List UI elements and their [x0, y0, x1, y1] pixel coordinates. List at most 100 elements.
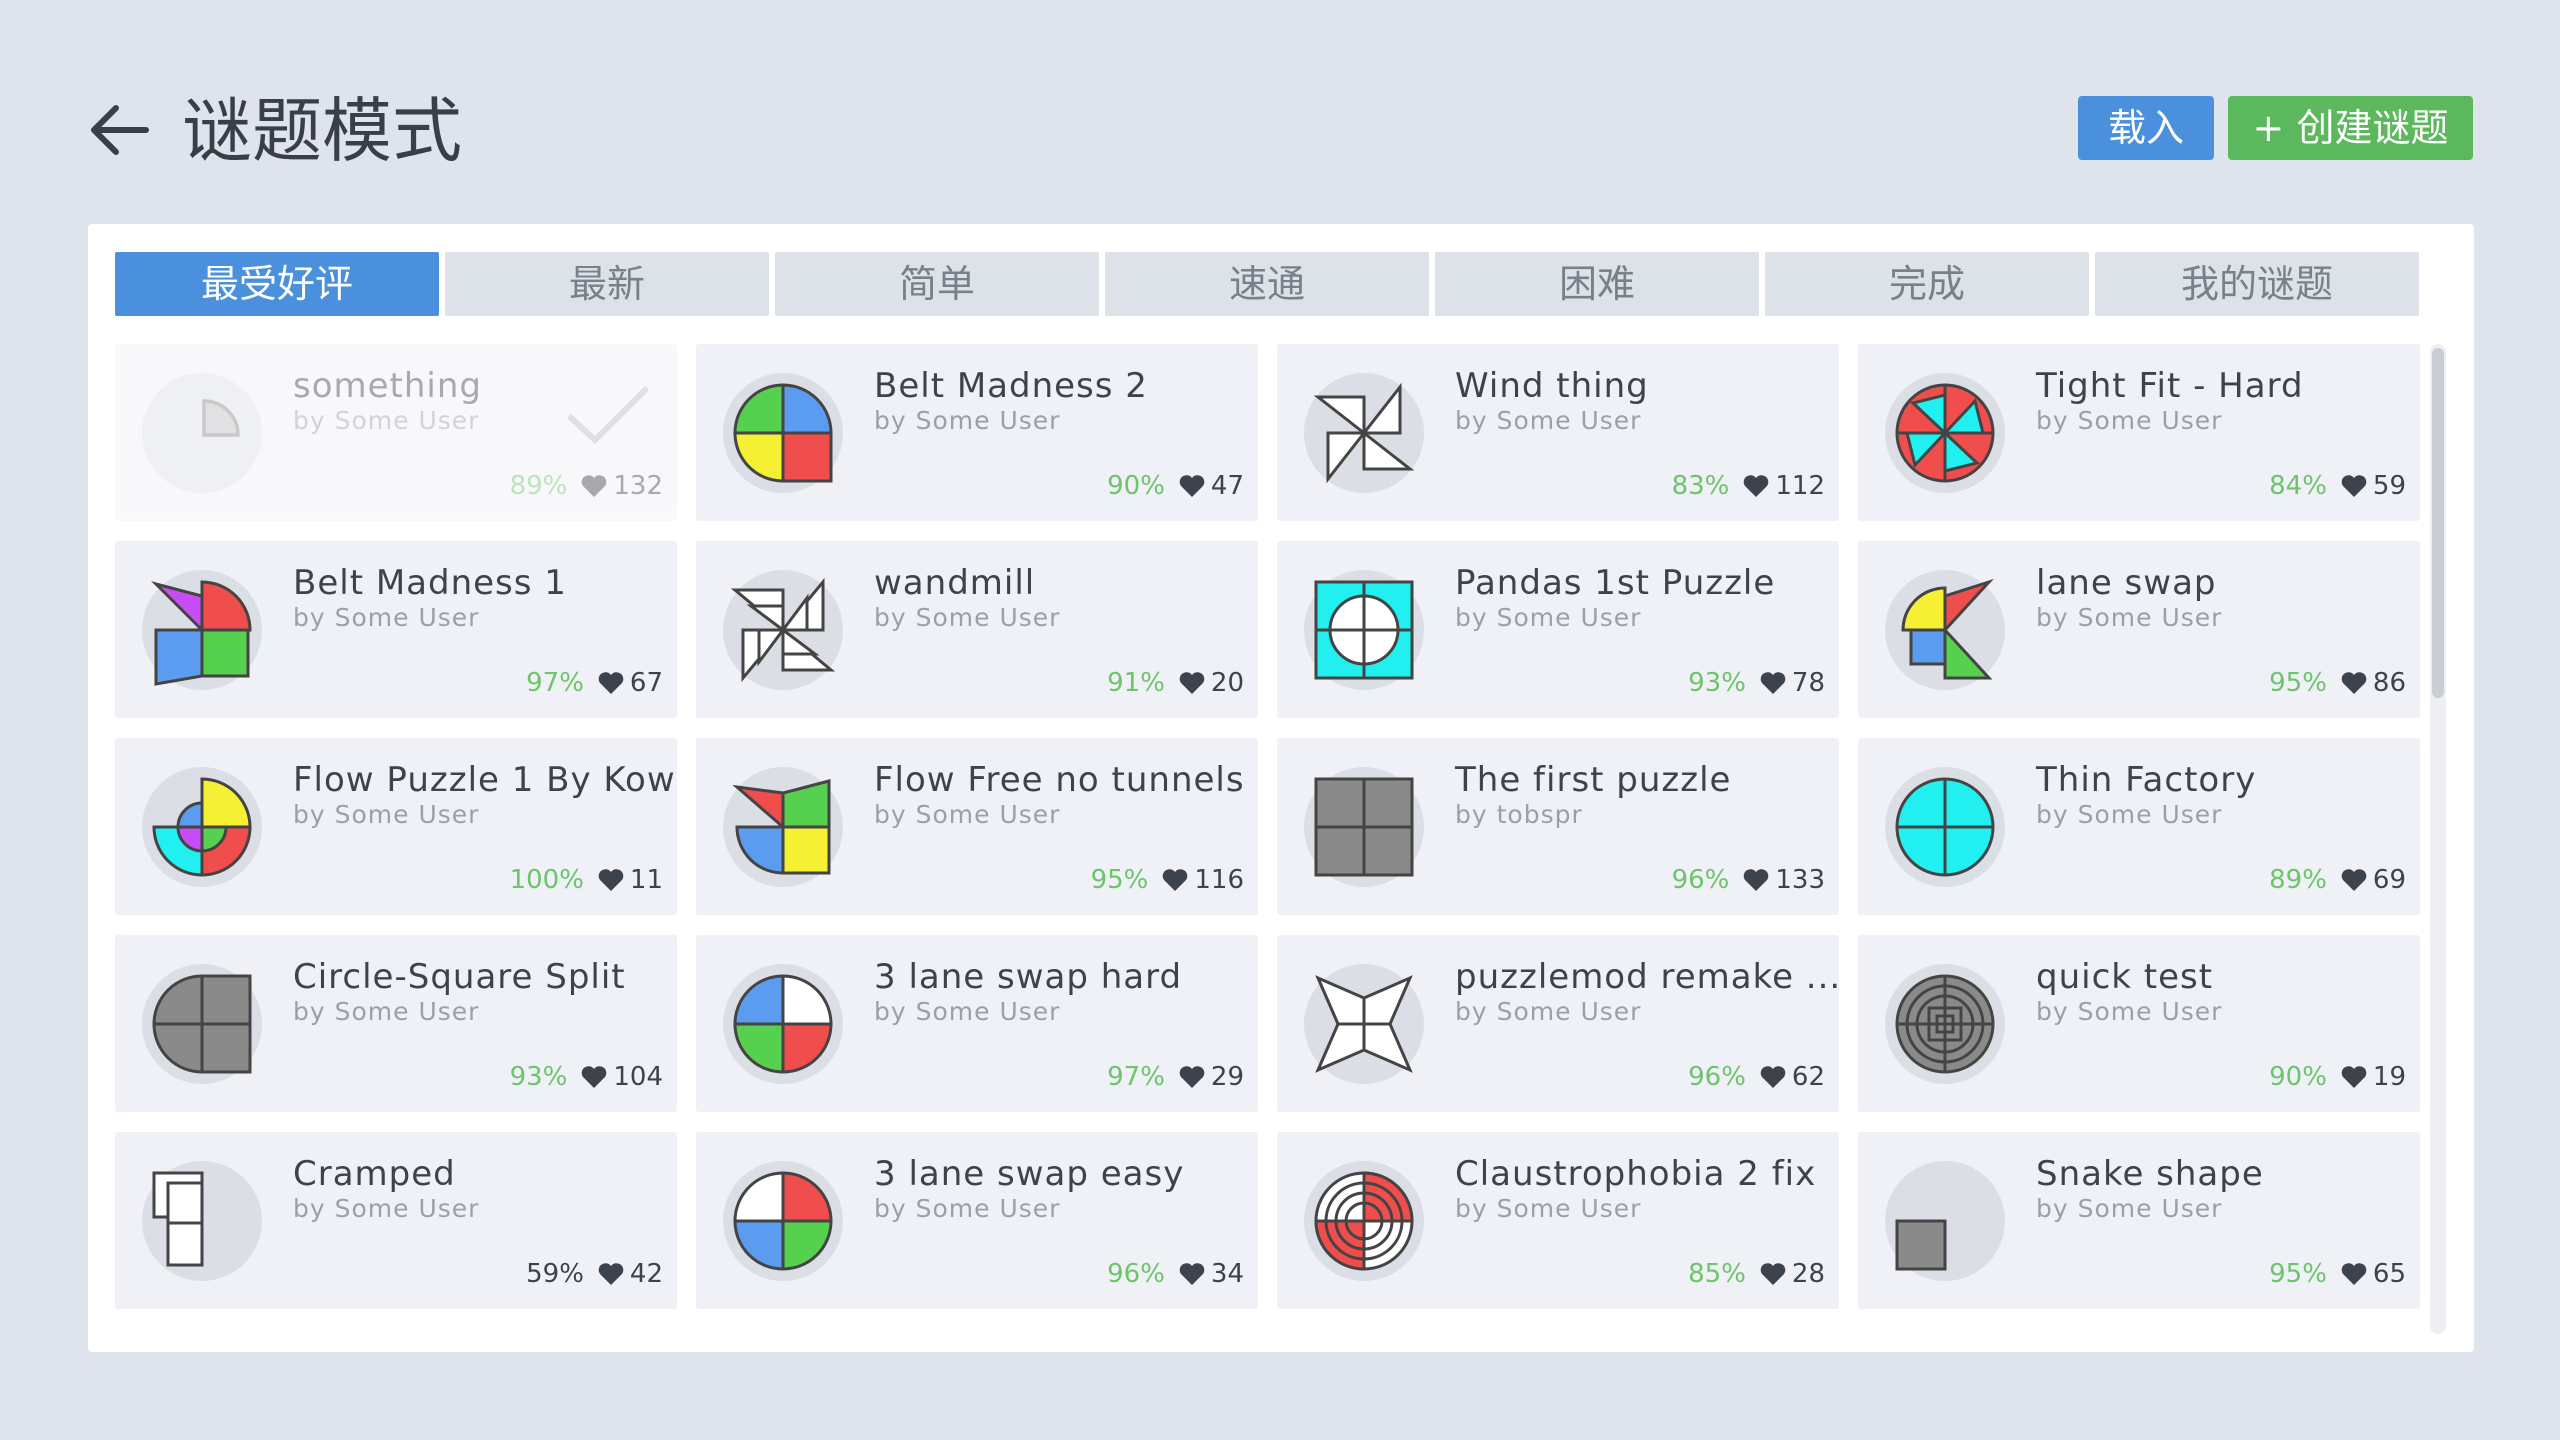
puzzle-card[interactable]: Cramped by Some User 59% 42 [115, 1132, 677, 1309]
puzzle-card[interactable]: Claustrophobia 2 fix by Some User 85% 28 [1277, 1132, 1839, 1309]
puzzle-title: Thin Factory [2036, 760, 2257, 800]
like-count: 47 [1210, 471, 1244, 501]
like-count: 104 [613, 1062, 663, 1092]
puzzle-stats: 91% 20 [1107, 666, 1244, 700]
puzzle-stats: 89% 69 [2269, 863, 2406, 897]
create-puzzle-button[interactable]: + 创建谜题 [2228, 96, 2473, 160]
puzzle-stats: 59% 42 [526, 1257, 663, 1291]
rating-percent: 91% [1107, 668, 1165, 698]
puzzle-author: by Some User [1455, 997, 1642, 1026]
puzzle-card[interactable]: lane swap by Some User 95% 86 [1858, 541, 2420, 718]
rating-percent: 100% [509, 865, 584, 895]
puzzle-thumbnail [1885, 767, 2005, 887]
like-count: 62 [1791, 1062, 1825, 1092]
puzzle-stats: 90% 47 [1107, 469, 1244, 503]
heart-icon [2341, 1263, 2367, 1285]
heart-icon [582, 475, 607, 497]
puzzle-author: by Some User [1455, 1194, 1642, 1223]
heart-icon [1179, 1263, 1205, 1285]
puzzle-card[interactable]: Flow Free no tunnels by Some User 95% 11… [696, 738, 1258, 915]
tab-completed[interactable]: 完成 [1765, 252, 2089, 316]
puzzle-stats: 93% 104 [510, 1060, 663, 1094]
puzzle-card[interactable]: Tight Fit - Hard by Some User 84% 59 [1858, 344, 2420, 521]
tab-newest[interactable]: 最新 [445, 252, 769, 316]
tab-easy[interactable]: 简单 [775, 252, 1099, 316]
puzzle-title: Flow Puzzle 1 By Kow [293, 760, 676, 800]
three-color-circle-shape-icon [733, 974, 833, 1074]
puzzle-stats: 100% 11 [510, 863, 663, 897]
concentric-rings-shape-icon [1895, 974, 1995, 1074]
puzzle-card[interactable]: quick test by Some User 90% 19 [1858, 935, 2420, 1112]
puzzle-card[interactable]: Thin Factory by Some User 89% 69 [1858, 738, 2420, 915]
cyan-circle-shape-icon [1895, 777, 1995, 877]
puzzle-stats: 95% 65 [2269, 1257, 2406, 1291]
heart-icon [2341, 475, 2367, 497]
puzzle-card[interactable]: something by Some User 89% 132 [115, 344, 677, 521]
puzzle-title: Pandas 1st Puzzle [1455, 563, 1776, 603]
tab-hard[interactable]: 困难 [1435, 252, 1759, 316]
puzzle-stats: 97% 67 [526, 666, 663, 700]
like-count: 86 [2372, 668, 2406, 698]
puzzle-thumbnail [723, 1161, 843, 1281]
puzzle-author: by Some User [1455, 406, 1642, 435]
tab-my-puzzles[interactable]: 我的谜题 [2095, 252, 2419, 316]
puzzle-thumbnail [723, 373, 843, 493]
heart-icon [1179, 1066, 1205, 1088]
puzzle-card[interactable]: 3 lane swap easy by Some User 96% 34 [696, 1132, 1258, 1309]
puzzle-thumbnail [142, 964, 262, 1084]
back-button[interactable] [82, 94, 154, 166]
puzzle-thumbnail [1304, 767, 1424, 887]
puzzle-author: by tobspr [1455, 800, 1583, 829]
puzzle-card[interactable]: Flow Puzzle 1 By Kow by Some User 100% 1… [115, 738, 677, 915]
rating-percent: 95% [2269, 668, 2327, 698]
rating-percent: 89% [2269, 865, 2327, 895]
puzzle-stats: 95% 116 [1091, 863, 1244, 897]
puzzle-card[interactable]: Pandas 1st Puzzle by Some User 93% 78 [1277, 541, 1839, 718]
load-button[interactable]: 载入 [2078, 96, 2214, 160]
puzzle-author: by Some User [1455, 603, 1642, 632]
tab-speedrun[interactable]: 速通 [1105, 252, 1429, 316]
puzzle-title: Circle-Square Split [293, 957, 626, 997]
puzzle-author: by Some User [2036, 603, 2223, 632]
puzzle-card[interactable]: wandmill by Some User 91% 20 [696, 541, 1258, 718]
like-count: 69 [2372, 865, 2406, 895]
puzzle-title: quick test [2036, 957, 2214, 997]
puzzle-author: by Some User [874, 406, 1061, 435]
puzzle-title: Cramped [293, 1154, 456, 1194]
like-count: 133 [1775, 865, 1825, 895]
scrollbar-thumb[interactable] [2432, 348, 2444, 698]
like-count: 65 [2372, 1259, 2406, 1289]
puzzle-card[interactable]: Wind thing by Some User 83% 112 [1277, 344, 1839, 521]
puzzle-thumbnail [142, 570, 262, 690]
puzzle-thumbnail [1304, 1161, 1424, 1281]
scrollbar[interactable] [2430, 344, 2446, 1334]
page-title: 谜题模式 [182, 90, 462, 172]
puzzle-thumbnail [1885, 373, 2005, 493]
puzzle-card[interactable]: puzzlemod remake ... by Some User 96% 62 [1277, 935, 1839, 1112]
puzzle-title: Claustrophobia 2 fix [1455, 1154, 1817, 1194]
tab-top-rated[interactable]: 最受好评 [115, 252, 439, 316]
puzzle-thumbnail [1885, 964, 2005, 1084]
category-tabs: 最受好评 最新 简单 速通 困难 完成 我的谜题 [115, 252, 2419, 316]
like-count: 20 [1210, 668, 1244, 698]
rating-percent: 89% [509, 471, 568, 501]
puzzle-title: Wind thing [1455, 366, 1649, 406]
puzzle-card[interactable]: 3 lane swap hard by Some User 97% 29 [696, 935, 1258, 1112]
puzzle-author: by Some User [874, 1194, 1061, 1223]
puzzle-card[interactable]: Belt Madness 2 by Some User 90% 47 [696, 344, 1258, 521]
puzzle-card[interactable]: Snake shape by Some User 95% 65 [1858, 1132, 2420, 1309]
quarter-sector-shape-icon [202, 399, 240, 437]
heart-icon [2341, 672, 2367, 694]
heart-icon [582, 1066, 607, 1088]
mixed-color-shape-icon [151, 580, 252, 686]
puzzle-card[interactable]: Circle-Square Split by Some User 93% 104 [115, 935, 677, 1112]
heart-icon [1163, 869, 1188, 891]
rating-percent: 90% [2269, 1062, 2327, 1092]
rating-percent: 83% [1671, 471, 1730, 501]
heart-icon [1760, 672, 1786, 694]
puzzle-card[interactable]: Belt Madness 1 by Some User 97% 67 [115, 541, 677, 718]
puzzle-author: by Some User [293, 997, 480, 1026]
puzzle-stats: 93% 78 [1688, 666, 1825, 700]
puzzle-card[interactable]: The first puzzle by tobspr 96% 133 [1277, 738, 1839, 915]
puzzle-title: 3 lane swap hard [874, 957, 1183, 997]
